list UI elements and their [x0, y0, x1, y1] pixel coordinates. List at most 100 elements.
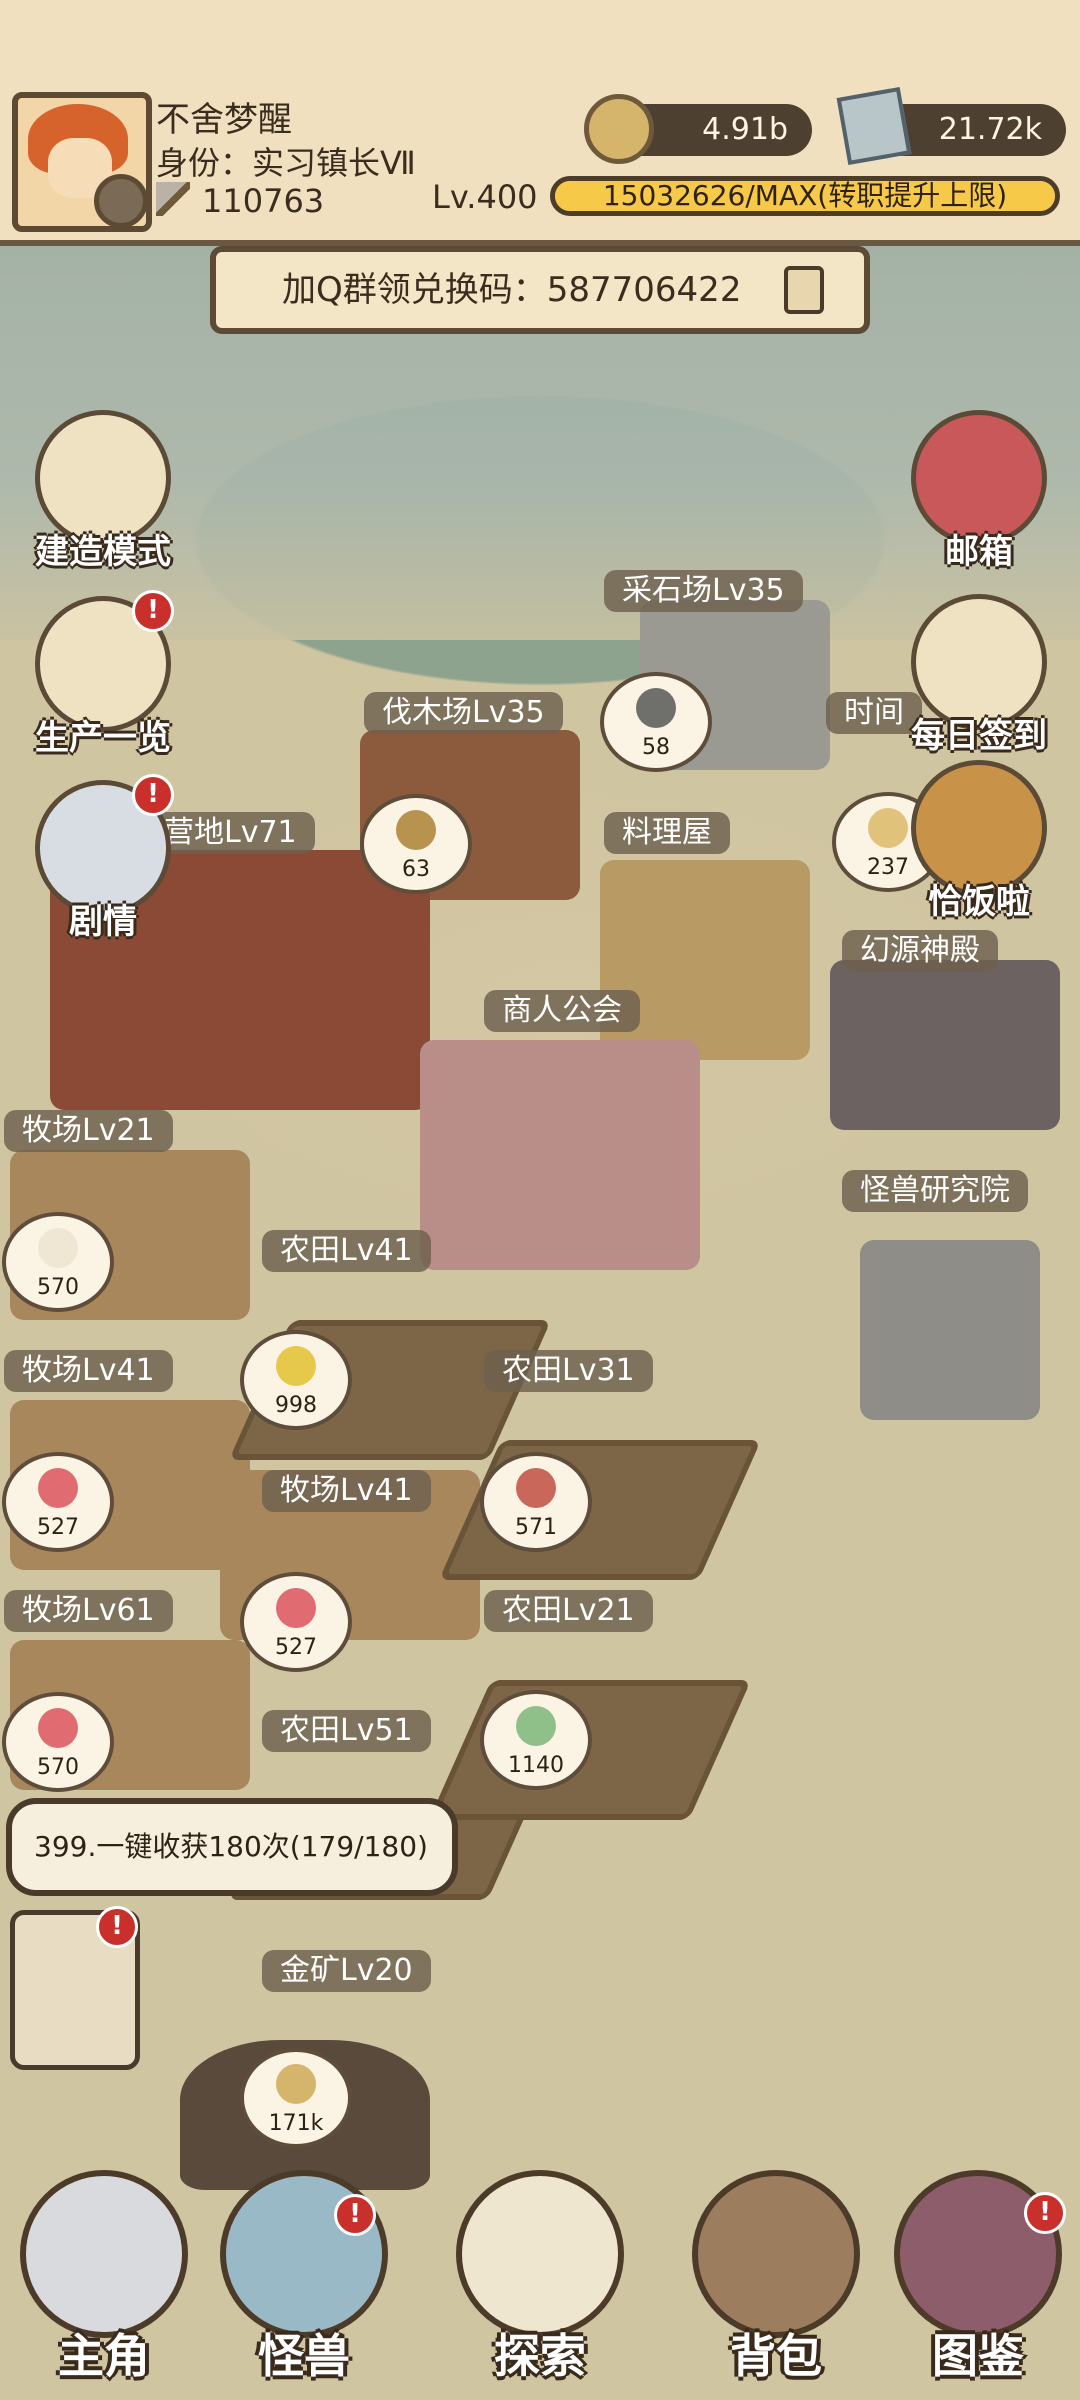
resource-bubble-milk[interactable]: 570: [6, 1216, 110, 1308]
label-ranch-3[interactable]: 牧场Lv41: [262, 1470, 431, 1512]
meal-button[interactable]: 恰饭啦: [894, 760, 1064, 923]
settings-gear-icon[interactable]: [94, 174, 146, 226]
story-button[interactable]: 剧情 !: [18, 774, 188, 943]
notification-badge: !: [132, 590, 174, 632]
combat-power-value: 110763: [202, 182, 325, 220]
resource-bubble-steak[interactable]: 571: [484, 1456, 588, 1548]
resource-bubble-meat[interactable]: 527: [244, 1576, 348, 1668]
production-list-label: 生产一览: [35, 718, 171, 758]
daily-checkin-button[interactable]: 每日签到: [894, 594, 1064, 757]
resource-bubble-herb[interactable]: 1140: [484, 1694, 588, 1786]
resource-bubble-meat[interactable]: 527: [6, 1456, 110, 1548]
nav-monster-label: 怪兽: [258, 2329, 350, 2383]
resource-bubble-stone[interactable]: 58: [604, 676, 708, 768]
label-ranch-4[interactable]: 牧场Lv61: [4, 1590, 173, 1632]
nav-codex-label: 图鉴: [932, 2329, 1024, 2383]
build-mode-label: 建造模式: [35, 532, 171, 572]
nav-bag[interactable]: 背包: [678, 2170, 874, 2390]
coin-icon: [276, 2064, 316, 2104]
resource-count: 571: [515, 1515, 557, 1540]
exp-bar: 15032626/MAX(转职提升上限): [550, 176, 1060, 216]
resource-count: 1140: [508, 1753, 564, 1778]
player-level: Lv.400: [432, 178, 538, 216]
nav-explore-label: 探索: [494, 2329, 586, 2383]
top-status-bar: 不舍梦醒 身份：实习镇长Ⅶ 110763 Lv.400 15032626/MAX…: [0, 0, 1080, 246]
crystal-value: 21.72k: [938, 112, 1042, 147]
redeem-code-banner[interactable]: 加Q群领兑换码：587706422: [210, 246, 870, 334]
meat-icon: [276, 1588, 316, 1628]
map-scroll-icon: [456, 2170, 624, 2338]
steak-icon: [516, 1468, 556, 1508]
coin-value: 4.91b: [702, 112, 788, 147]
label-lumber-mill[interactable]: 伐木场Lv35: [364, 692, 563, 734]
crystal-icon: [836, 86, 912, 166]
nav-hero-label: 主角: [58, 2329, 150, 2383]
resource-count: 58: [642, 735, 670, 760]
resource-count: 527: [275, 1635, 317, 1660]
temple-building[interactable]: [830, 960, 1060, 1130]
label-farm-1[interactable]: 农田Lv41: [262, 1230, 431, 1272]
backpack-icon: [692, 2170, 860, 2338]
label-quarry[interactable]: 采石场Lv35: [604, 570, 803, 612]
resource-bubble-corn[interactable]: 998: [244, 1334, 348, 1426]
herb-icon: [516, 1706, 556, 1746]
stone-icon: [636, 688, 676, 728]
player-avatar[interactable]: [12, 92, 152, 232]
wood-log-icon: [396, 810, 436, 850]
label-temple[interactable]: 幻源神殿: [842, 930, 998, 972]
build-mode-button[interactable]: 建造模式: [18, 410, 188, 573]
knight-helmet-icon: [20, 2170, 188, 2338]
nav-hero[interactable]: 主角: [6, 2170, 202, 2390]
corn-icon: [276, 1346, 316, 1386]
nav-codex[interactable]: 图鉴 !: [880, 2170, 1076, 2390]
merchant-guild-building[interactable]: [420, 1040, 700, 1270]
resource-bubble-meat[interactable]: 570: [6, 1696, 110, 1788]
resource-count: 527: [37, 1515, 79, 1540]
nav-bag-label: 背包: [730, 2329, 822, 2383]
monster-lab-building[interactable]: [860, 1240, 1040, 1420]
label-merchant-guild[interactable]: 商人公会: [484, 990, 640, 1032]
nav-explore[interactable]: 探索: [442, 2170, 638, 2390]
label-farm-3[interactable]: 农田Lv21: [484, 1590, 653, 1632]
notification-badge: !: [132, 774, 174, 816]
notification-badge: !: [1024, 2192, 1066, 2234]
quest-tip-text: 399.一键收获180次(179/180): [34, 1830, 428, 1863]
bottom-navigation: 主角 怪兽 ! 探索 背包 图鉴 !: [0, 2150, 1080, 2400]
label-gold-mine[interactable]: 金矿Lv20: [262, 1950, 431, 1992]
resource-count: 63: [402, 857, 430, 882]
resource-count: 998: [275, 1393, 317, 1418]
quest-tip-bubble[interactable]: 399.一键收获180次(179/180): [6, 1798, 458, 1896]
redeem-code-text: 加Q群领兑换码：587706422: [282, 270, 742, 310]
player-name: 不舍梦醒: [156, 100, 292, 140]
meal-label: 恰饭啦: [928, 882, 1030, 922]
mailbox-button[interactable]: 邮箱: [894, 410, 1064, 573]
meat-icon: [38, 1708, 78, 1748]
resource-count: 171k: [268, 2111, 324, 2136]
label-ranch-2[interactable]: 牧场Lv41: [4, 1350, 173, 1392]
milk-icon: [38, 1228, 78, 1268]
label-ranch-1[interactable]: 牧场Lv21: [4, 1110, 173, 1152]
sword-icon: [156, 182, 190, 216]
story-label: 剧情: [69, 902, 137, 942]
exp-text: 15032626/MAX(转职提升上限): [602, 179, 1008, 212]
meat-icon: [38, 1468, 78, 1508]
label-farm-4[interactable]: 农田Lv51: [262, 1710, 431, 1752]
combat-power: 110763: [156, 182, 324, 220]
mailbox-label: 邮箱: [945, 532, 1013, 572]
coin-counter[interactable]: 4.91b: [584, 94, 812, 164]
label-kitchen[interactable]: 料理屋: [604, 812, 730, 854]
copy-icon[interactable]: [784, 266, 824, 314]
daily-checkin-label: 每日签到: [911, 716, 1047, 756]
production-list-button[interactable]: 生产一览 !: [18, 590, 188, 759]
crystal-counter[interactable]: 21.72k: [836, 86, 1066, 166]
player-title: 身份：实习镇长Ⅶ: [156, 144, 416, 182]
label-farm-2[interactable]: 农田Lv31: [484, 1350, 653, 1392]
resource-count: 570: [37, 1275, 79, 1300]
coin-icon: [584, 94, 654, 164]
label-monster-lab[interactable]: 怪兽研究院: [842, 1170, 1028, 1212]
notification-badge: !: [96, 1906, 138, 1948]
resource-bubble-gold[interactable]: 171k: [244, 2052, 348, 2144]
resource-bubble-wood[interactable]: 63: [364, 798, 468, 890]
notification-badge: !: [334, 2194, 376, 2236]
nav-monster[interactable]: 怪兽 !: [206, 2170, 402, 2390]
